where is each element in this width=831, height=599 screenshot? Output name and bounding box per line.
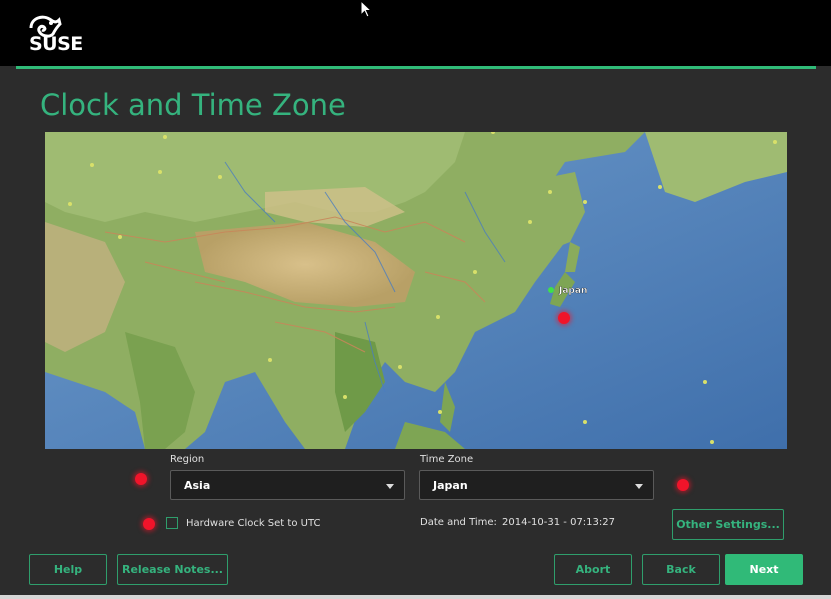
region-value: Asia xyxy=(184,479,211,492)
abort-button[interactable]: Abort xyxy=(554,554,632,585)
other-settings-button[interactable]: Other Settings... xyxy=(672,509,784,540)
highlight-dot xyxy=(143,518,155,530)
suse-logo: SUSE xyxy=(29,14,119,56)
highlight-dot xyxy=(135,473,147,485)
hardware-clock-checkbox[interactable] xyxy=(166,517,178,529)
bottom-border xyxy=(0,595,831,599)
header-bar: SUSE xyxy=(0,0,831,66)
chevron-down-icon xyxy=(386,484,394,489)
timezone-label: Time Zone xyxy=(420,454,474,465)
world-map-image: Japan xyxy=(45,132,787,449)
mouse-cursor-icon xyxy=(360,0,373,18)
brand-name: SUSE xyxy=(29,33,83,55)
timezone-value: Japan xyxy=(433,479,468,492)
timezone-select[interactable]: Japan xyxy=(419,470,654,500)
region-label: Region xyxy=(170,454,205,465)
header-divider xyxy=(16,66,816,69)
page-title: Clock and Time Zone xyxy=(40,88,346,122)
map-location-label: Japan xyxy=(558,286,587,296)
datetime-value: 2014-10-31 - 07:13:27 xyxy=(502,517,615,528)
release-notes-button[interactable]: Release Notes... xyxy=(117,554,228,585)
back-button[interactable]: Back xyxy=(642,554,720,585)
highlight-dot xyxy=(558,312,570,324)
next-button[interactable]: Next xyxy=(725,554,803,585)
timezone-map[interactable]: Japan xyxy=(45,132,787,449)
datetime-label: Date and Time: xyxy=(420,517,497,528)
hardware-clock-label[interactable]: Hardware Clock Set to UTC xyxy=(186,518,320,529)
help-button[interactable]: Help xyxy=(29,554,107,585)
highlight-dot xyxy=(677,479,689,491)
region-select[interactable]: Asia xyxy=(170,470,405,500)
chevron-down-icon xyxy=(635,484,643,489)
